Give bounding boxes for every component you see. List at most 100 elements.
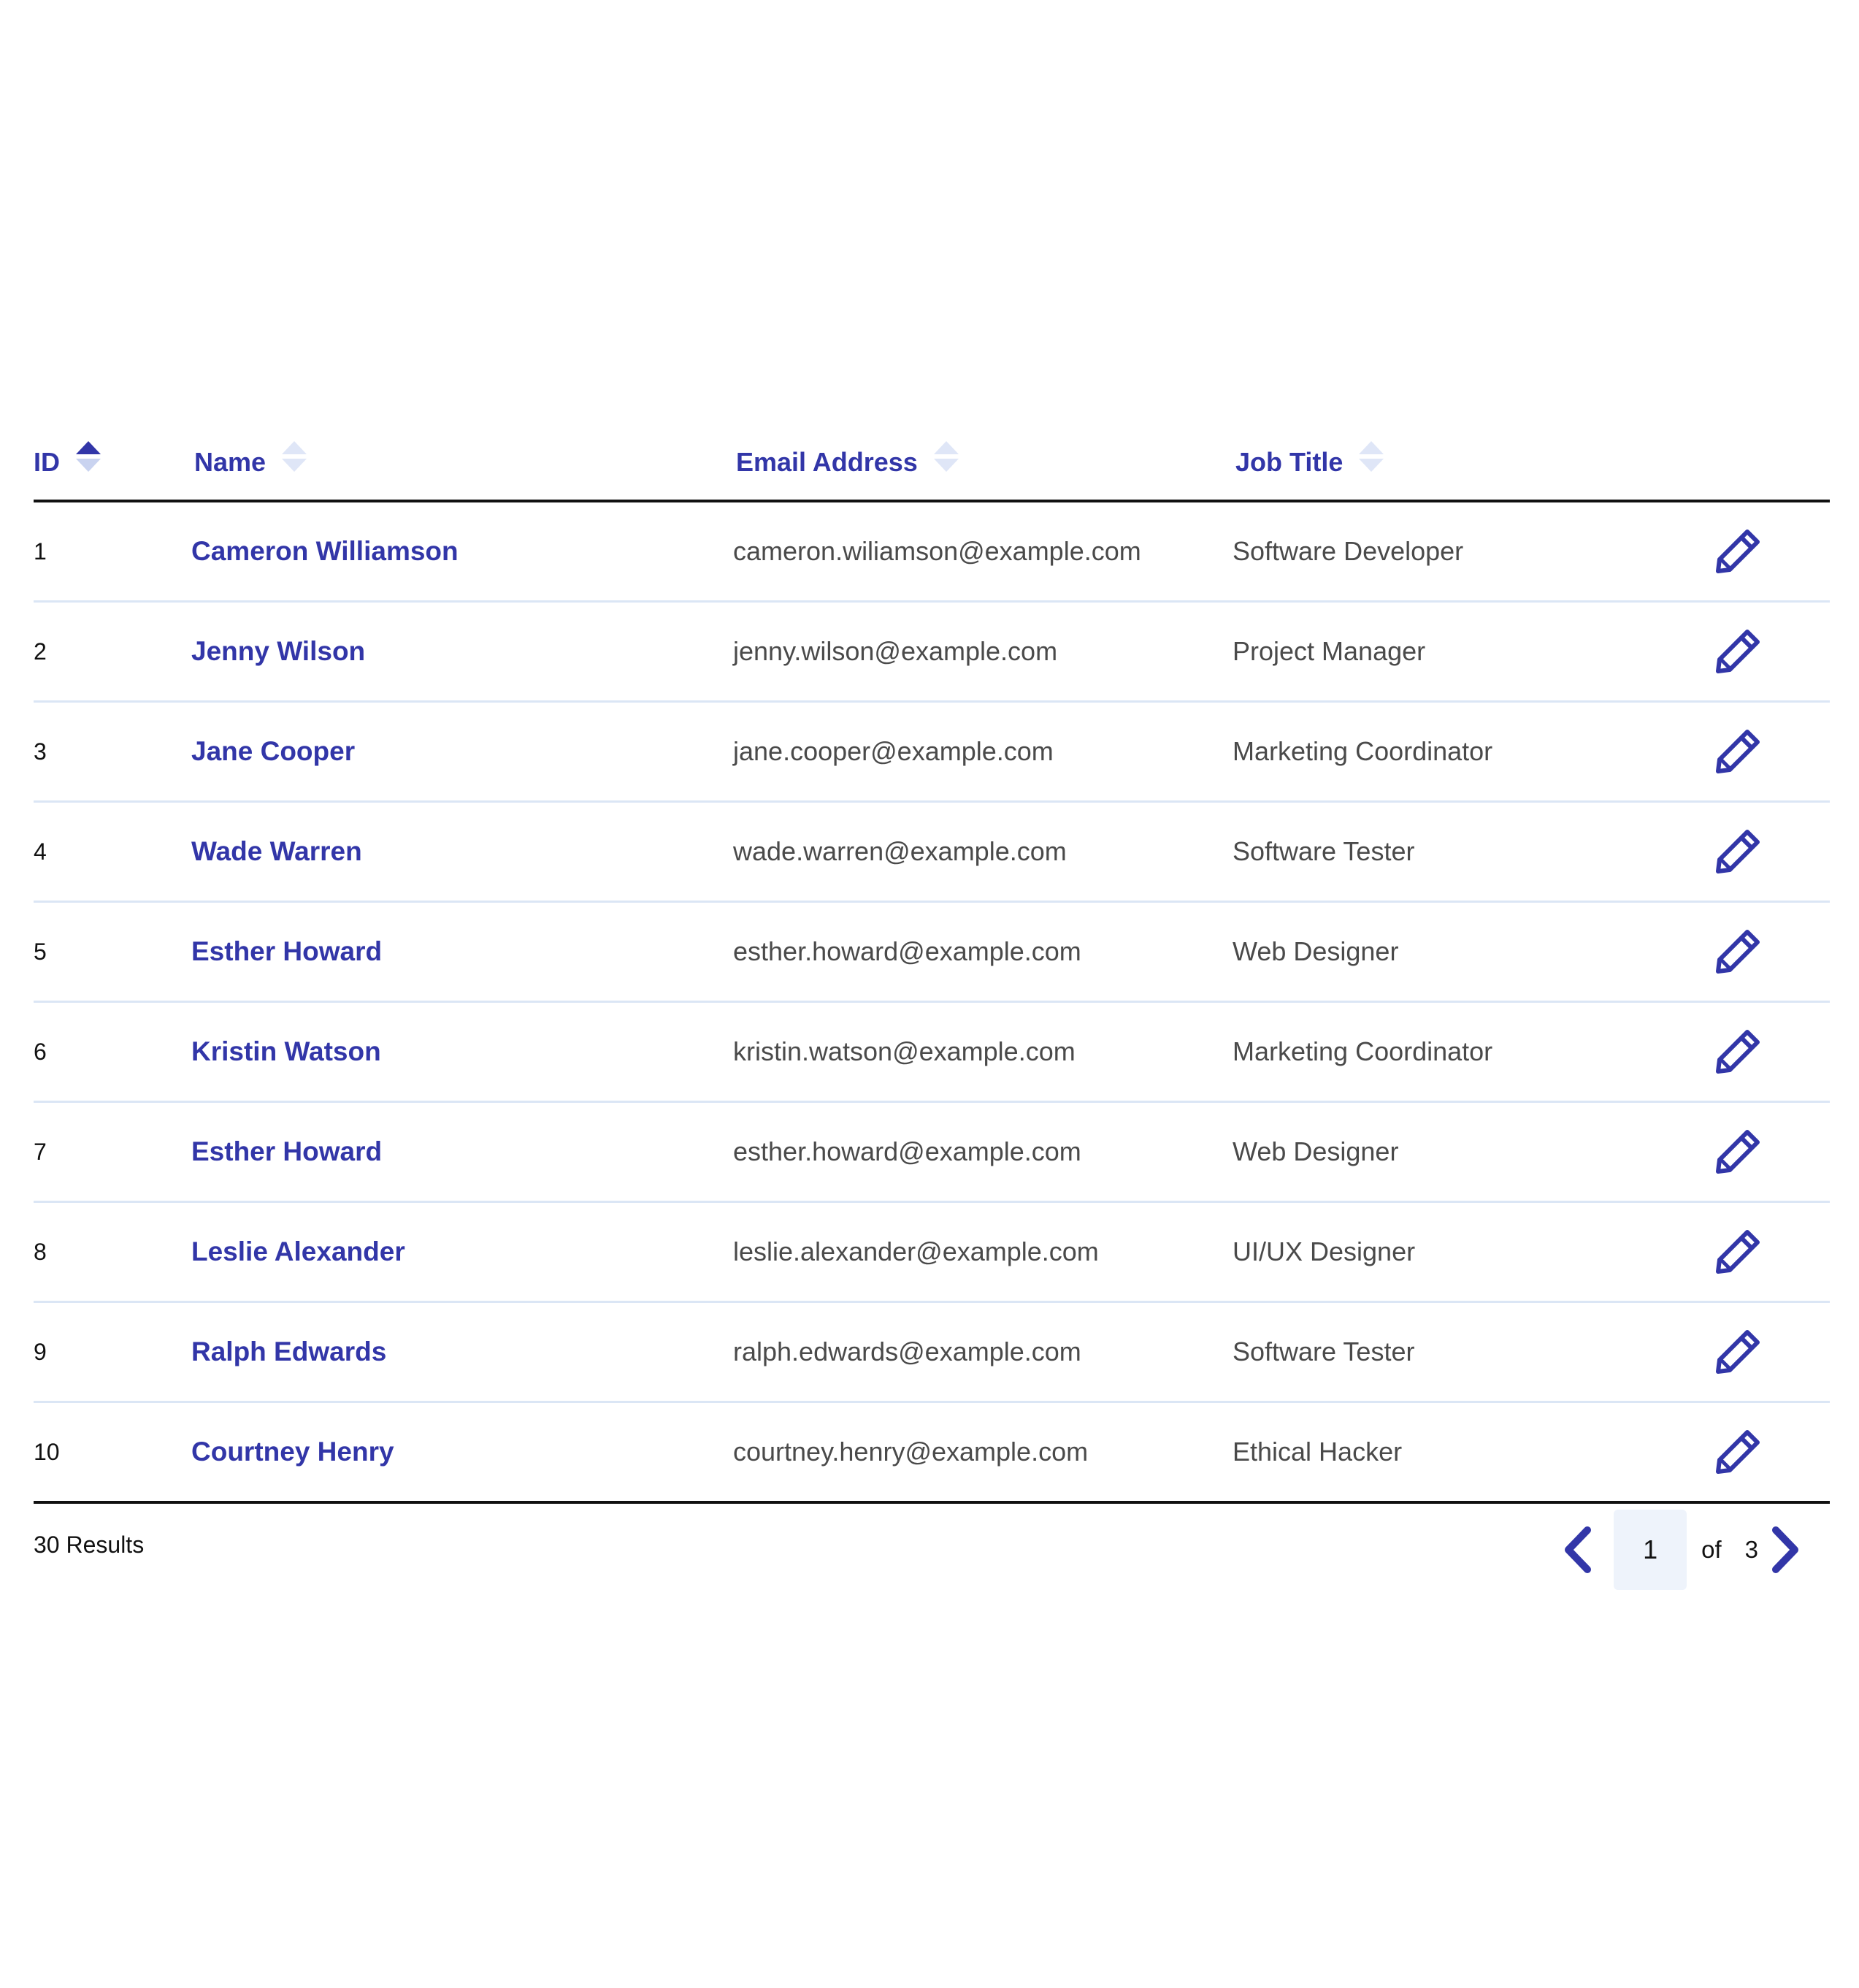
cell-email: jenny.wilson@example.com <box>733 636 1058 666</box>
sort-icon[interactable] <box>1359 441 1384 476</box>
pencil-icon <box>1716 530 1760 573</box>
column-header-label: Job Title <box>1235 447 1344 477</box>
table-row: 3 Jane Cooper jane.cooper@example.com Marke… <box>34 703 1830 803</box>
cell-actions <box>1712 1203 1764 1301</box>
cell-name-link[interactable]: Wade Warren <box>191 803 362 901</box>
edit-button[interactable] <box>1712 925 1764 978</box>
column-header-name[interactable]: Name <box>194 434 307 500</box>
chevron-left-icon <box>1565 1526 1592 1573</box>
cell-email: wade.warren@example.com <box>733 836 1067 866</box>
edit-button[interactable] <box>1712 1326 1764 1378</box>
table-row: 1 Cameron Williamson cameron.wiliamson@exa… <box>34 502 1830 603</box>
cell-name-link[interactable]: Courtney Henry <box>191 1403 394 1501</box>
cell-id: 8 <box>34 1238 47 1265</box>
pencil-icon <box>1716 1030 1760 1074</box>
cell-email: esther.howard@example.com <box>733 1136 1081 1166</box>
pencil-icon <box>1716 1330 1760 1374</box>
cell-actions <box>1712 1303 1764 1401</box>
edit-button[interactable] <box>1712 525 1764 578</box>
cell-name-link[interactable]: Jenny Wilson <box>191 603 365 700</box>
table-row: 7 Esther Howard esther.howard@example.com W… <box>34 1103 1830 1203</box>
pagination: 1 of 3 <box>1555 1510 1808 1590</box>
cell-email: cameron.wiliamson@example.com <box>733 536 1141 566</box>
cell-id: 6 <box>34 1038 47 1065</box>
cell-actions <box>1712 1403 1764 1501</box>
cell-job-title: Web Designer <box>1233 936 1399 966</box>
cell-email: esther.howard@example.com <box>733 936 1081 966</box>
cell-id: 2 <box>34 638 47 665</box>
current-page-input[interactable]: 1 <box>1614 1510 1687 1590</box>
results-count: 30 Results <box>34 1532 145 1558</box>
table-body: 1 Cameron Williamson cameron.wiliamson@exa… <box>34 502 1830 1504</box>
cell-job-title: Project Manager <box>1233 636 1426 666</box>
edit-button[interactable] <box>1712 1426 1764 1478</box>
pencil-icon <box>1716 930 1760 974</box>
table-row: 2 Jenny Wilson jenny.wilson@example.com Pro… <box>34 603 1830 703</box>
cell-job-title: Software Developer <box>1233 536 1464 566</box>
column-header-label: ID <box>34 447 60 477</box>
prev-page-button[interactable] <box>1555 1521 1599 1579</box>
column-header-label: Email Address <box>736 447 918 477</box>
column-header-label: Name <box>194 447 267 477</box>
cell-name-link[interactable]: Esther Howard <box>191 1103 382 1201</box>
table-row: 9 Ralph Edwards ralph.edwards@example.com S… <box>34 1303 1830 1403</box>
sort-icon[interactable] <box>933 441 959 476</box>
cell-job-title: Marketing Coordinator <box>1233 736 1493 766</box>
table-row: 4 Wade Warren wade.warren@example.com Softw… <box>34 803 1830 903</box>
cell-job-title: Marketing Coordinator <box>1233 1036 1493 1066</box>
sort-icon[interactable] <box>76 441 101 476</box>
cell-actions <box>1712 502 1764 600</box>
next-page-button[interactable] <box>1764 1521 1808 1579</box>
page-of-label: of <box>1701 1536 1722 1563</box>
cell-job-title: Ethical Hacker <box>1233 1437 1403 1467</box>
cell-email: jane.cooper@example.com <box>733 736 1054 766</box>
edit-button[interactable] <box>1712 1025 1764 1078</box>
cell-job-title: Software Tester <box>1233 1337 1415 1366</box>
table-row: 5 Esther Howard esther.howard@example.com W… <box>34 903 1830 1003</box>
column-header-email[interactable]: Email Address <box>736 434 959 500</box>
cell-id: 1 <box>34 538 47 565</box>
cell-id: 9 <box>34 1338 47 1365</box>
edit-button[interactable] <box>1712 1125 1764 1178</box>
cell-name-link[interactable]: Jane Cooper <box>191 703 355 800</box>
total-pages: 3 <box>1744 1536 1758 1563</box>
table-header: ID Name Email Address Job Title <box>34 434 1830 502</box>
cell-actions <box>1712 803 1764 901</box>
table-footer: 30 Results 1 of 3 <box>34 1504 1830 1599</box>
column-header-id[interactable]: ID <box>34 434 101 500</box>
pencil-icon <box>1716 630 1760 673</box>
cell-name-link[interactable]: Ralph Edwards <box>191 1303 386 1401</box>
edit-button[interactable] <box>1712 1226 1764 1278</box>
cell-name-link[interactable]: Leslie Alexander <box>191 1203 405 1301</box>
cell-email: kristin.watson@example.com <box>733 1036 1076 1066</box>
cell-job-title: UI/UX Designer <box>1233 1236 1416 1266</box>
column-header-job[interactable]: Job Title <box>1235 434 1384 500</box>
cell-actions <box>1712 703 1764 800</box>
pencil-icon <box>1716 830 1760 873</box>
table-row: 10 Courtney Henry courtney.henry@example.c… <box>34 1403 1830 1504</box>
cell-job-title: Web Designer <box>1233 1136 1399 1166</box>
sort-icon[interactable] <box>282 441 307 476</box>
cell-name-link[interactable]: Kristin Watson <box>191 1003 381 1101</box>
cell-id: 3 <box>34 738 47 765</box>
users-table: ID Name Email Address Job Title 1 Cameron… <box>34 434 1830 1599</box>
cell-id: 4 <box>34 838 47 865</box>
table-row: 6 Kristin Watson kristin.watson@example.co… <box>34 1003 1830 1103</box>
pencil-icon <box>1716 1430 1760 1474</box>
cell-email: leslie.alexander@example.com <box>733 1236 1099 1266</box>
edit-button[interactable] <box>1712 825 1764 878</box>
cell-id: 10 <box>34 1438 60 1465</box>
cell-id: 5 <box>34 938 47 965</box>
cell-actions <box>1712 903 1764 1001</box>
cell-name-link[interactable]: Cameron Williamson <box>191 502 459 600</box>
edit-button[interactable] <box>1712 725 1764 778</box>
cell-id: 7 <box>34 1138 47 1165</box>
cell-email: courtney.henry@example.com <box>733 1437 1089 1467</box>
edit-button[interactable] <box>1712 625 1764 678</box>
pencil-icon <box>1716 1130 1760 1174</box>
cell-actions <box>1712 1003 1764 1101</box>
cell-email: ralph.edwards@example.com <box>733 1337 1081 1366</box>
chevron-right-icon <box>1772 1526 1798 1573</box>
cell-name-link[interactable]: Esther Howard <box>191 903 382 1001</box>
cell-actions <box>1712 1103 1764 1201</box>
